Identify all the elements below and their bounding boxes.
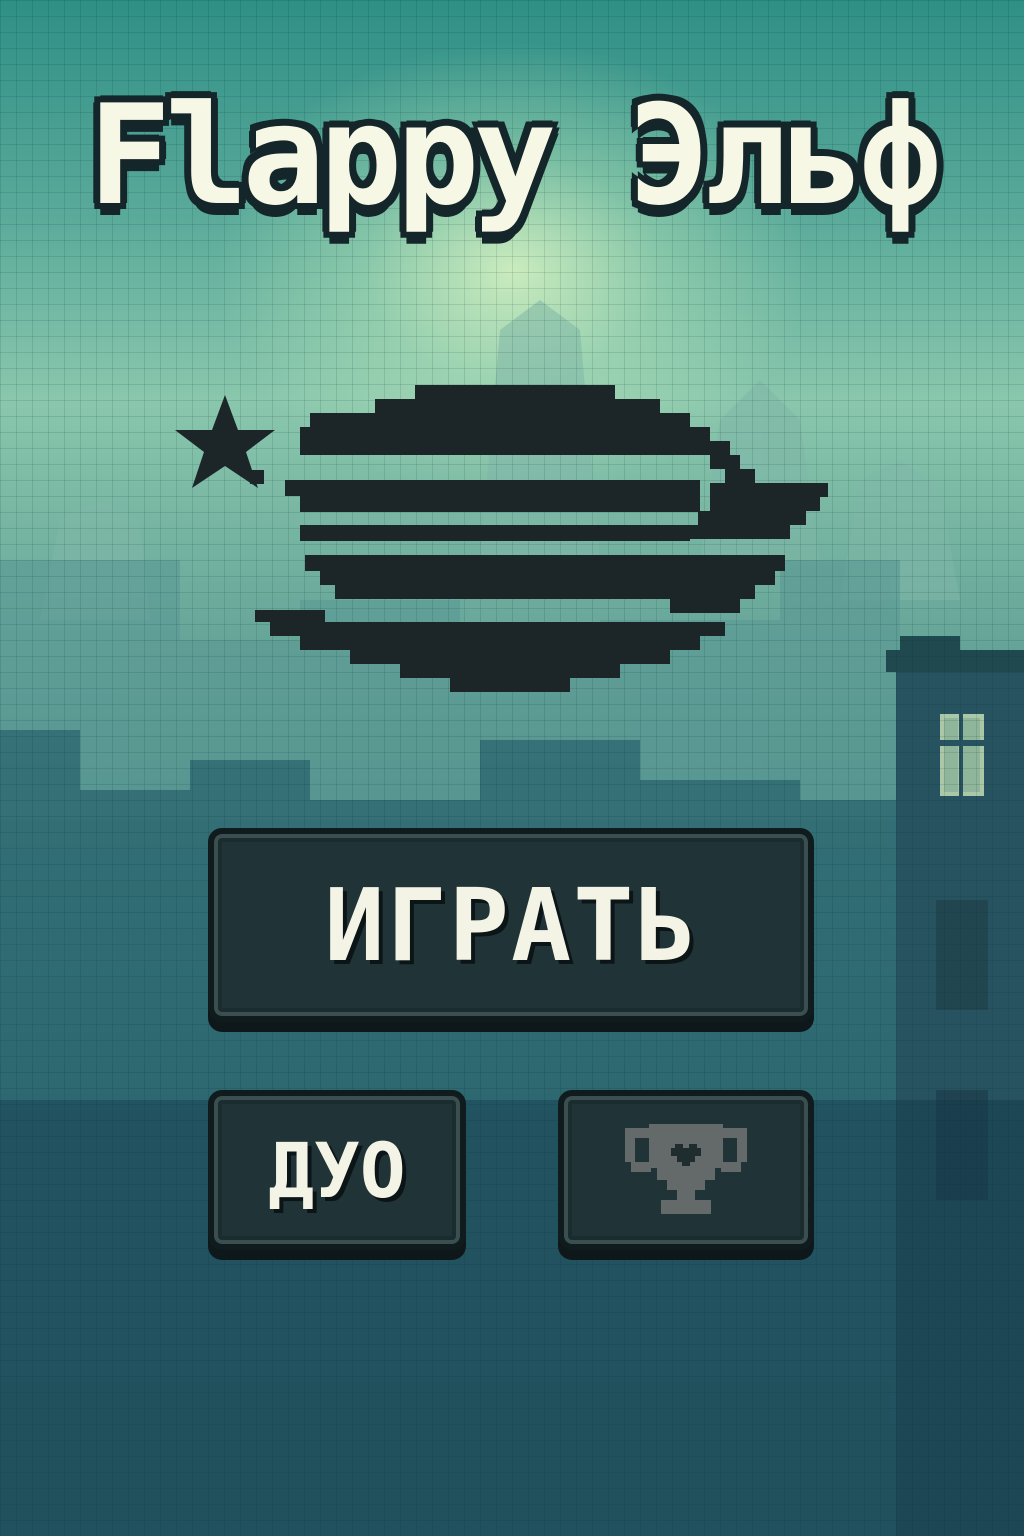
emblem-shape [255,385,828,692]
duo-mode-button[interactable]: ДУО [208,1090,466,1250]
star-icon [175,395,275,488]
duo-button-label: ДУО [268,1125,406,1215]
game-menu-screen: Flappy Эльф ИГРАТЬ ДУО [0,0,1024,1536]
play-button[interactable]: ИГРАТЬ [208,828,814,1022]
play-button-label: ИГРАТЬ [324,866,698,984]
elf-ruble-logo-emblem [175,385,828,692]
leaderboard-button[interactable] [558,1090,814,1250]
trophy-icon [625,1124,747,1214]
game-title: Flappy Эльф [88,75,942,236]
